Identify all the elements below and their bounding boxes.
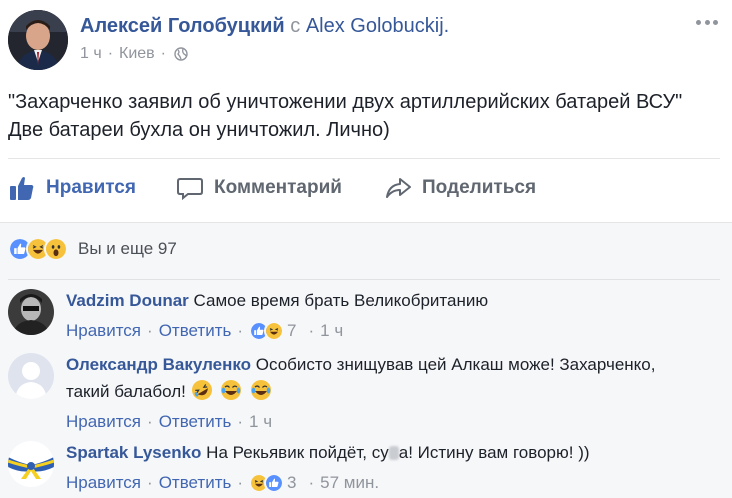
commenter-avatar[interactable] xyxy=(8,289,54,335)
comment-reactions[interactable]: 7 xyxy=(249,319,297,343)
wow-reaction-icon xyxy=(44,237,68,261)
author-avatar[interactable] xyxy=(8,10,68,70)
separator-dot: · xyxy=(308,321,315,340)
comment-reply-link[interactable]: Ответить xyxy=(159,410,232,434)
comment-time[interactable]: 1 ч xyxy=(320,319,343,343)
comment-reactions[interactable]: 3 xyxy=(249,471,297,495)
separator-dot: · xyxy=(237,473,244,492)
comment-reaction-count: 3 xyxy=(287,473,297,492)
separator-dot: · xyxy=(237,321,244,340)
comment-time[interactable]: 1 ч xyxy=(249,410,272,434)
comment-text-after: а! Истину вам говорю! )) xyxy=(398,443,590,462)
thumbs-up-icon xyxy=(10,177,34,200)
comment-text: Особисто знищував цей Алкаш може! Захарч… xyxy=(255,355,656,374)
comment-meta: Нравится · Ответить · xyxy=(66,319,716,343)
post-location[interactable]: Киев xyxy=(119,44,155,64)
post-time[interactable]: 1 ч xyxy=(80,44,102,64)
comment-meta: Нравится · Ответить · 1 ч xyxy=(66,410,716,434)
divider xyxy=(8,158,720,159)
comment-reply-link[interactable]: Ответить xyxy=(159,319,232,343)
tears-of-joy-emoji-icon xyxy=(221,380,242,400)
comment-meta: Нравится · Ответить · xyxy=(66,471,716,495)
comment-body: Олександр Вакуленко Особисто знищував це… xyxy=(66,353,716,434)
separator-dot: · xyxy=(147,321,153,340)
divider xyxy=(8,279,720,280)
commenter-name[interactable]: Олександр Вакуленко xyxy=(66,355,251,374)
share-button[interactable]: Поделиться xyxy=(384,168,536,208)
comment-text: Самое время брать Великобританию xyxy=(193,291,489,310)
post-text-line: Две батареи бухла он уничтожил. Лично) xyxy=(8,119,390,141)
like-button[interactable]: Нравится xyxy=(8,168,136,208)
comment-text: такий балабол! xyxy=(66,382,186,401)
share-label: Поделиться xyxy=(422,177,537,198)
post-text-line: "Захарченко заявил об уничтожении двух а… xyxy=(8,91,683,113)
haha-reaction-icon xyxy=(264,321,285,341)
commenter-avatar[interactable] xyxy=(8,441,54,487)
commenter-name[interactable]: Spartak Lysenko xyxy=(66,443,201,462)
action-bar: Нравится Комментарий Поделиться xyxy=(0,168,732,208)
comment-body: Vadzim Dounar Самое время брать Великобр… xyxy=(66,289,716,343)
post-header: Алексей Голобуцкий с Alex Golobuckij. 1 … xyxy=(8,10,724,74)
separator-dot: · xyxy=(237,412,244,431)
facebook-post: Алексей Голобуцкий с Alex Golobuckij. 1 … xyxy=(0,0,732,498)
separator-dot: · xyxy=(107,45,114,62)
reactions-summary-text: Вы и еще 97 xyxy=(78,239,177,258)
rolling-laugh-emoji-icon xyxy=(191,380,212,400)
separator-dot: · xyxy=(160,45,166,62)
author-line: Алексей Голобуцкий с Alex Golobuckij. xyxy=(80,14,449,38)
censored-blur xyxy=(388,446,399,460)
tagged-person[interactable]: Alex Golobuckij. xyxy=(306,15,449,37)
separator-dot: · xyxy=(147,473,153,492)
comment-text-before: На Рекьявик пойдёт, су xyxy=(206,443,389,462)
with-word: с xyxy=(290,15,301,37)
commenter-avatar[interactable] xyxy=(8,353,54,399)
reactions-summary[interactable]: Вы и еще 97 xyxy=(8,235,177,263)
globe-icon[interactable] xyxy=(174,47,188,61)
post-meta: 1 ч · Киев · xyxy=(80,44,188,64)
author-name[interactable]: Алексей Голобуцкий xyxy=(80,15,285,37)
comment-time[interactable]: 57 мин. xyxy=(320,471,379,495)
like-reaction-icon xyxy=(264,473,285,493)
separator-dot: · xyxy=(308,473,315,492)
share-arrow-icon xyxy=(386,178,411,198)
comments-section: Вы и еще 97 Vadzim Dounar Самое время бр… xyxy=(0,222,732,498)
comment-like-link[interactable]: Нравится xyxy=(66,410,141,434)
post-text: "Захарченко заявил об уничтожении двух а… xyxy=(8,88,724,144)
tears-of-joy-emoji-icon xyxy=(251,380,272,400)
comment-text: На Рекьявик пойдёт, су а! Истину вам гово… xyxy=(206,443,589,462)
comment-reply-link[interactable]: Ответить xyxy=(159,471,232,495)
reaction-icons xyxy=(8,237,68,261)
comment-like-link[interactable]: Нравится xyxy=(66,471,141,495)
comment-reaction-count: 7 xyxy=(287,321,297,340)
comment-like-link[interactable]: Нравится xyxy=(66,319,141,343)
like-label: Нравится xyxy=(46,177,136,198)
comment-body: Spartak Lysenko На Рекьявик пойдёт, су а!… xyxy=(66,441,716,495)
comment-label: Комментарий xyxy=(214,177,342,198)
commenter-name[interactable]: Vadzim Dounar xyxy=(66,291,189,310)
more-options-icon[interactable] xyxy=(696,14,718,30)
separator-dot: · xyxy=(147,412,153,431)
comment-bubble-icon xyxy=(177,178,203,201)
